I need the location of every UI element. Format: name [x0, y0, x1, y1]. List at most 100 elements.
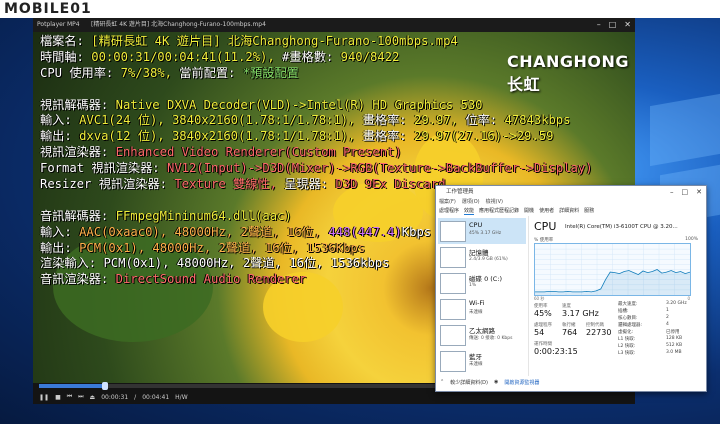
fewer-details-link[interactable]: 較少詳細資料(D): [450, 379, 488, 386]
stat-uptime: 0:00:23:15: [534, 347, 578, 356]
tab-startup[interactable]: 開機: [524, 207, 534, 215]
osd-line: 時間軸: 00:00:31/00:04:41(11.2%), #畫格數: 940…: [40, 50, 593, 66]
osd-segment: 音訊渲染器:: [40, 272, 116, 287]
osd-segment: 29.97(27.16)->29.59: [414, 129, 554, 144]
tab-details[interactable]: 詳細資料: [559, 207, 579, 215]
osd-segment: 檔案名:: [40, 34, 92, 48]
osd-segment: 940/8422: [340, 49, 400, 64]
resource-sub: 1%: [469, 283, 477, 288]
bluetooth-thumbnail-graph: [440, 351, 466, 372]
memory-thumbnail-graph: [440, 247, 466, 268]
resource-cpu[interactable]: CPU 45% 3.17 GHz: [438, 218, 526, 244]
resource-bluetooth[interactable]: 藍牙 未連線: [438, 348, 526, 374]
stat-speed: 3.17 GHz: [562, 309, 599, 318]
spec-label: 邏輯處理器:: [618, 323, 643, 328]
menu-options[interactable]: 選項(O): [462, 198, 480, 205]
time-current: 00:00:31: [101, 393, 129, 401]
close-icon[interactable]: ✕: [624, 18, 631, 32]
resource-monitor-icon: ◉: [493, 379, 499, 385]
osd-segment: 渲染輸入:: [40, 256, 104, 271]
player-app-menu[interactable]: Potplayer: [37, 18, 65, 32]
open-icon[interactable]: ⏏: [90, 394, 96, 401]
osd-segment: Resizer 視訊渲染器:: [40, 177, 175, 192]
osd-line: 視訊解碼器: Native DXVA Decoder(VLD)->Intel(R…: [40, 98, 593, 114]
pause-icon[interactable]: ❚❚: [39, 394, 49, 401]
cpu-thumbnail-graph: [440, 221, 466, 242]
spec-label: L1 快取:: [618, 337, 636, 342]
menu-view[interactable]: 檢視(V): [486, 198, 503, 205]
resource-ethernet[interactable]: 乙太網路 傳送: 0 接收: 0 Kbps: [438, 322, 526, 348]
resource-memory[interactable]: 記憶體 2.4/3.9 GB (61%): [438, 244, 526, 270]
stat-usage: 45%: [534, 309, 552, 318]
time-total: 00:04:41: [142, 393, 170, 401]
seek-knob[interactable]: [102, 382, 109, 390]
chevron-up-icon[interactable]: ⌃: [440, 379, 444, 386]
player-window-buttons: – □ ✕: [597, 18, 631, 32]
osd-segment: 時間軸:: [40, 49, 92, 64]
maximize-icon[interactable]: □: [682, 186, 689, 198]
spec-value: 3.20 GHz: [666, 301, 687, 306]
minimize-icon[interactable]: –: [670, 186, 674, 198]
tab-performance[interactable]: 效能: [464, 207, 475, 215]
osd-segment: Kbps: [401, 224, 432, 239]
osd-line: 檔案名: [精研長虹 4K 遊片目] 北海Changhong-Furano-10…: [40, 34, 593, 50]
osd-segment: Format 視訊渲染器:: [40, 161, 167, 176]
control-buttons: ❚❚ ■ ⏮ ⏭ ⏏ 00:00:31 / 00:04:41 H/W: [39, 391, 188, 403]
player-title: [精研長虹 4K 遊片目] 北海Changhong-Furano-100mbps…: [91, 21, 266, 28]
osd-segment: Native DXVA Decoder(VLD)->Intel(R) HD Gr…: [115, 97, 483, 112]
resource-name: Wi-Fi: [469, 299, 485, 307]
osd-segment: AAC(0xaac0), 48000Hz, 2聲道, 16位,: [79, 224, 329, 239]
osd-line: [40, 82, 593, 98]
maximize-icon[interactable]: □: [609, 18, 617, 32]
site-logo: MOBILE01: [4, 1, 92, 17]
wallpaper-pane: [650, 93, 720, 167]
resource-wifi[interactable]: Wi-Fi 未連線: [438, 296, 526, 322]
tab-users[interactable]: 使用者: [539, 207, 554, 215]
osd-segment: Texture 雙線性,: [174, 177, 285, 192]
resource-sub: 未連線: [469, 362, 483, 367]
cpu-model: Intel(R) Core(TM) i3-6100T CPU @ 3.20...: [565, 224, 678, 230]
osd-segment: 輸出:: [40, 129, 80, 144]
player-titlebar[interactable]: Potplayer MP4 [精研長虹 4K 遊片目] 北海Changhong-…: [33, 18, 635, 32]
tab-services[interactable]: 服務: [584, 207, 594, 215]
wifi-thumbnail-graph: [440, 299, 466, 320]
resource-monitor-link[interactable]: 開啟資源監視器: [504, 379, 539, 386]
osd-line: CPU 使用率: 7%/38%, 當前配置: *預設配置: [40, 66, 593, 82]
osd-segment: D3D 9Ex Discard: [335, 177, 446, 192]
task-manager-title: 工作管理員: [446, 189, 474, 195]
stop-icon[interactable]: ■: [55, 394, 61, 401]
osd-segment: 29.97,: [414, 113, 466, 128]
next-icon[interactable]: ⏭: [78, 393, 83, 401]
close-icon[interactable]: ✕: [696, 186, 702, 198]
cpu-usage-graph: [534, 243, 691, 296]
spec-label: 核心數目:: [618, 316, 638, 321]
tab-processes[interactable]: 處理程序: [439, 207, 459, 215]
osd-segment: 畫格率:: [362, 129, 414, 144]
minimize-icon[interactable]: –: [597, 18, 601, 32]
osd-segment: 00:00:31/00:04:41(11.2%),: [91, 49, 283, 64]
osd-segment: PCM(0x1), 48000Hz, 2聲道, 16位, 1536kbps: [103, 256, 390, 271]
resource-name: 乙太網路: [469, 327, 495, 335]
task-manager-titlebar[interactable]: 工作管理員 – □ ✕: [436, 186, 706, 198]
osd-line: Format 視訊渲染器: NV12(Input)->D3D(Mixer)->R…: [40, 161, 593, 177]
osd-segment: PCM(0x1), 48000Hz, 2聲道, 16位, 1536Kbps: [79, 240, 366, 255]
osd-segment: 音訊解碼器:: [40, 208, 116, 223]
tab-app-history[interactable]: 應用程式歷程記錄: [479, 207, 519, 215]
seek-bar-fill: [39, 384, 106, 388]
resource-name: 藍牙: [469, 353, 482, 361]
codec-indicator: H/W: [175, 393, 188, 401]
osd-segment: Enhanced Video Renderer(Custom Present): [115, 145, 402, 160]
osd-segment: 輸入:: [40, 113, 80, 128]
spec-value: 128 KB: [666, 336, 683, 341]
resource-disk[interactable]: 磁碟 0 (C:) 1%: [438, 270, 526, 296]
spec-value: 2: [666, 315, 669, 320]
tm-window-buttons: – □ ✕: [670, 186, 702, 198]
resource-sub: 未連線: [469, 310, 483, 315]
menu-file[interactable]: 檔案(F): [439, 198, 456, 205]
prev-icon[interactable]: ⏮: [67, 393, 72, 401]
stat-handles: 22730: [586, 328, 612, 337]
graph-zero: 0: [687, 296, 690, 301]
task-manager-window[interactable]: 工作管理員 – □ ✕ 檔案(F) 選項(O) 檢視(V) 處理程序 效能 應用…: [435, 185, 707, 392]
osd-segment: 輸出:: [40, 240, 80, 255]
osd-segment: 47843kbps: [504, 113, 571, 128]
